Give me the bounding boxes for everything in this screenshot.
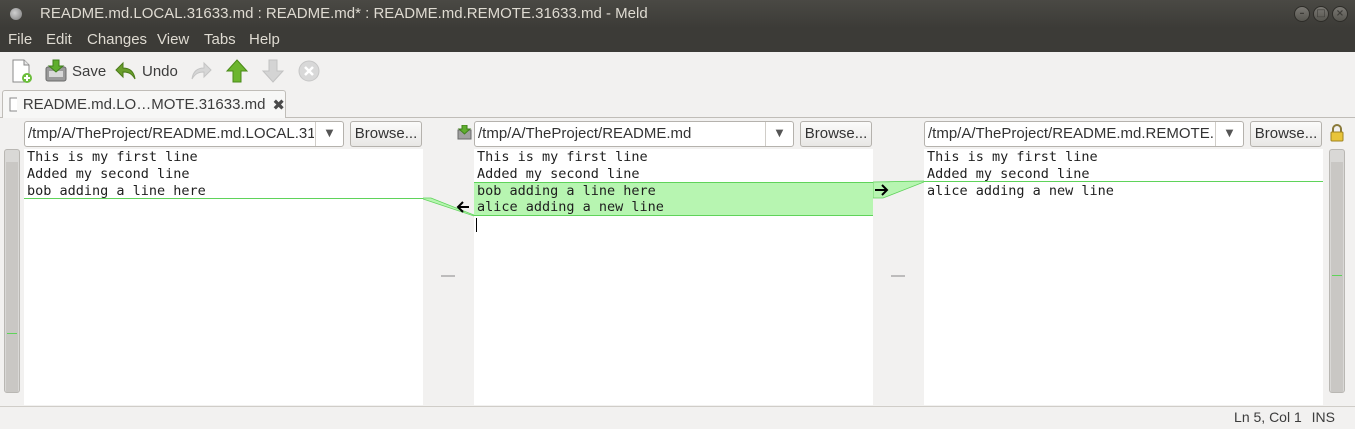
middle-browse-button[interactable]: Browse... [800,121,872,147]
arrow-down-icon [261,59,285,83]
code-line: alice adding a new line [927,183,1114,199]
toolbar: Save Undo [0,52,1355,90]
middle-path-combo[interactable]: /tmp/A/TheProject/README.md ▼ [474,121,794,147]
left-browse-button[interactable]: Browse... [350,121,422,147]
chevron-down-icon[interactable]: ▼ [1215,122,1243,146]
minimize-icon[interactable]: – [1294,6,1310,22]
code-line-inserted: alice adding a new line [474,199,873,216]
text-cursor [476,218,477,232]
right-path-combo[interactable]: /tmp/A/TheProject/README.md.REMOTE.31633… [924,121,1244,147]
close-window-icon[interactable]: × [1332,6,1348,22]
document-icon [9,97,17,112]
right-scroll-thumb[interactable] [1331,162,1343,392]
undo-label: Undo [142,62,178,80]
window-title: README.md.LOCAL.31633.md : README.md* : … [40,5,648,22]
app-menu-icon[interactable] [10,8,22,20]
code-line-inserted: bob adding a line here [474,182,873,199]
left-scrollbar[interactable] [4,149,20,393]
code-line: This is my first line [27,149,198,165]
code-line: This is my first line [477,149,648,165]
save-icon [45,59,67,82]
code-line: Added my second line [927,166,1090,182]
insert-mode: INS [1311,409,1335,425]
merge-pane-save-icon [457,124,472,144]
diff-link-map-right [872,180,925,277]
right-browse-button[interactable]: Browse... [1250,121,1322,147]
lock-icon [1329,124,1345,146]
right-path-text: /tmp/A/TheProject/README.md.REMOTE.31633… [928,125,1214,142]
middle-editor[interactable]: This is my first line Added my second li… [474,149,873,405]
undo-icon [115,61,136,80]
stop-icon [298,60,320,82]
left-change-marker [7,333,17,334]
left-editor[interactable]: This is my first line Added my second li… [24,149,423,405]
title-bar: README.md.LOCAL.31633.md : README.md* : … [0,0,1355,28]
menu-view[interactable]: View [157,31,189,48]
tab-strip: README.md.LO…MOTE.31633.md ✖ [0,90,1355,118]
menu-edit[interactable]: Edit [46,31,72,48]
left-change-line [24,198,423,199]
left-scroll-thumb[interactable] [6,162,18,392]
code-line: This is my first line [927,149,1098,165]
chevron-down-icon[interactable]: ▼ [315,122,343,146]
save-label: Save [72,62,107,80]
code-line: Added my second line [27,166,190,182]
status-bar: Ln 5, Col 1 INS [0,406,1355,429]
status-text: Ln 5, Col 1 INS [1234,409,1335,425]
diff-link-map [422,197,475,277]
stop-button[interactable] [297,57,321,85]
tab-label: README.md.LO…MOTE.31633.md [22,96,266,113]
redo-button[interactable] [189,57,213,85]
next-change-button[interactable] [261,57,285,85]
right-change-marker [1332,275,1342,276]
chevron-down-icon[interactable]: ▼ [765,122,793,146]
menu-help[interactable]: Help [249,31,280,48]
menu-changes[interactable]: Changes [87,31,147,48]
menu-bar: File Edit Changes View Tabs Help [0,28,1355,52]
close-icon[interactable]: ✖ [272,96,285,114]
right-editor[interactable]: This is my first line Added my second li… [924,149,1323,405]
new-document-icon [12,59,32,83]
new-comparison-button[interactable] [10,57,34,85]
right-diff-gutter [872,149,925,405]
previous-change-button[interactable] [225,57,249,85]
left-diff-gutter [422,149,475,405]
redo-icon [191,61,212,80]
code-line: Added my second line [477,166,640,182]
undo-button[interactable]: Undo [114,57,178,85]
right-scrollbar[interactable] [1329,149,1345,393]
tab-readme-merge[interactable]: README.md.LO…MOTE.31633.md ✖ [2,90,286,118]
left-path-combo[interactable]: /tmp/A/TheProject/README.md.LOCAL.31633.… [24,121,344,147]
save-button[interactable]: Save [44,57,106,85]
middle-path-text: /tmp/A/TheProject/README.md [478,125,692,142]
left-path-text: /tmp/A/TheProject/README.md.LOCAL.31633.… [28,125,314,142]
menu-file[interactable]: File [8,31,32,48]
arrow-up-icon [225,59,249,83]
maximize-icon[interactable]: □ [1313,6,1329,22]
menu-tabs[interactable]: Tabs [204,31,236,48]
cursor-position: Ln 5, Col 1 [1234,409,1302,425]
